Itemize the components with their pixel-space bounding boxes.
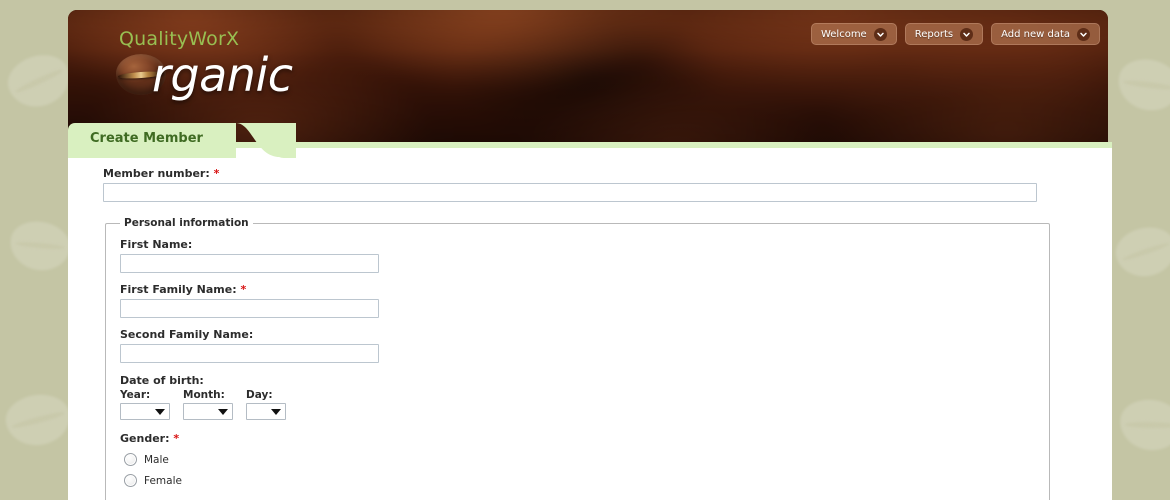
second-family-name-label: Second Family Name:	[120, 328, 1035, 341]
member-number-label: Member number: *	[103, 167, 1083, 180]
chevron-down-icon	[218, 409, 228, 415]
nav-button-add-new-data-label: Add new data	[1001, 28, 1070, 40]
top-navigation: Welcome Reports Add new data	[810, 23, 1100, 45]
gender-option-male-label: Male	[144, 453, 169, 466]
nav-button-welcome[interactable]: Welcome	[810, 23, 897, 45]
field-second-family-name: Second Family Name:	[120, 328, 1035, 363]
date-of-birth-year-column: Year:	[120, 389, 170, 420]
tab-create-member-label: Create Member	[90, 131, 203, 146]
chevron-down-icon	[873, 27, 887, 41]
gender-label-text: Gender:	[120, 432, 170, 445]
first-name-input[interactable]	[120, 254, 379, 273]
date-of-birth-label: Date of birth:	[120, 374, 204, 387]
brand-logo[interactable]: QualityWorX rganic	[116, 28, 293, 102]
brand-name-bottom: rganic	[152, 48, 293, 102]
date-of-birth-month-column: Month:	[183, 389, 233, 420]
day-select[interactable]	[246, 403, 286, 420]
first-name-label-text: First Name:	[120, 238, 193, 251]
required-asterisk: *	[213, 167, 220, 180]
personal-information-legend: Personal information	[124, 217, 249, 229]
chevron-down-icon	[155, 409, 165, 415]
background-bean-watermark	[1116, 395, 1170, 455]
personal-information-fieldset: Personal information First Name: First F…	[105, 217, 1050, 500]
first-name-label: First Name:	[120, 238, 1035, 251]
year-select[interactable]	[120, 403, 170, 420]
month-label: Month:	[183, 389, 225, 401]
second-family-name-label-text: Second Family Name:	[120, 328, 254, 341]
nav-button-welcome-label: Welcome	[820, 28, 867, 40]
nav-button-reports-label: Reports	[914, 28, 954, 40]
tab-create-member[interactable]: Create Member	[68, 123, 236, 158]
field-first-family-name: First Family Name: *	[120, 283, 1035, 318]
background-bean-watermark	[1111, 222, 1170, 282]
member-number-label-text: Member number:	[103, 167, 210, 180]
first-family-name-label: First Family Name: *	[120, 283, 1035, 296]
date-of-birth-day-column: Day:	[246, 389, 286, 420]
required-asterisk: *	[240, 283, 247, 296]
second-family-name-input[interactable]	[120, 344, 379, 363]
month-select[interactable]	[183, 403, 233, 420]
gender-option-female[interactable]: Female	[124, 474, 1035, 487]
first-family-name-label-text: First Family Name:	[120, 283, 237, 296]
field-gender: Gender: * Male Female	[120, 432, 1035, 487]
year-label: Year:	[120, 389, 151, 401]
day-label: Day:	[246, 389, 273, 401]
chevron-down-icon	[1077, 27, 1090, 41]
background-bean-watermark	[5, 216, 75, 276]
radio-button-male[interactable]	[124, 453, 137, 466]
nav-button-reports[interactable]: Reports	[904, 23, 984, 45]
member-number-input[interactable]	[103, 183, 1037, 202]
background-bean-watermark	[1112, 53, 1170, 117]
radio-button-female[interactable]	[124, 474, 137, 487]
brand-name-top: QualityWorX	[119, 28, 240, 50]
create-member-form: Member number: * Personal information Fi…	[103, 167, 1083, 500]
background-bean-watermark	[1, 47, 77, 115]
field-first-name: First Name:	[120, 238, 1035, 273]
gender-option-female-label: Female	[144, 474, 182, 487]
app-shell: QualityWorX rganic Welcome Reports Add n…	[68, 10, 1112, 500]
content-panel: Member number: * Personal information Fi…	[68, 148, 1112, 500]
date-of-birth-selects: Year: Month: Day:	[120, 389, 1035, 420]
required-asterisk: *	[173, 432, 180, 445]
first-family-name-input[interactable]	[120, 299, 379, 318]
gender-label: Gender: *	[120, 432, 1035, 445]
brand-name-bottom-row: rganic	[116, 48, 293, 102]
gender-option-male[interactable]: Male	[124, 453, 1035, 466]
chevron-down-icon	[271, 409, 281, 415]
background-bean-watermark	[2, 390, 74, 450]
field-date-of-birth: Date of birth: Year: Month: Day:	[120, 374, 1035, 420]
chevron-down-icon	[960, 27, 974, 41]
nav-button-add-new-data[interactable]: Add new data	[991, 23, 1100, 45]
